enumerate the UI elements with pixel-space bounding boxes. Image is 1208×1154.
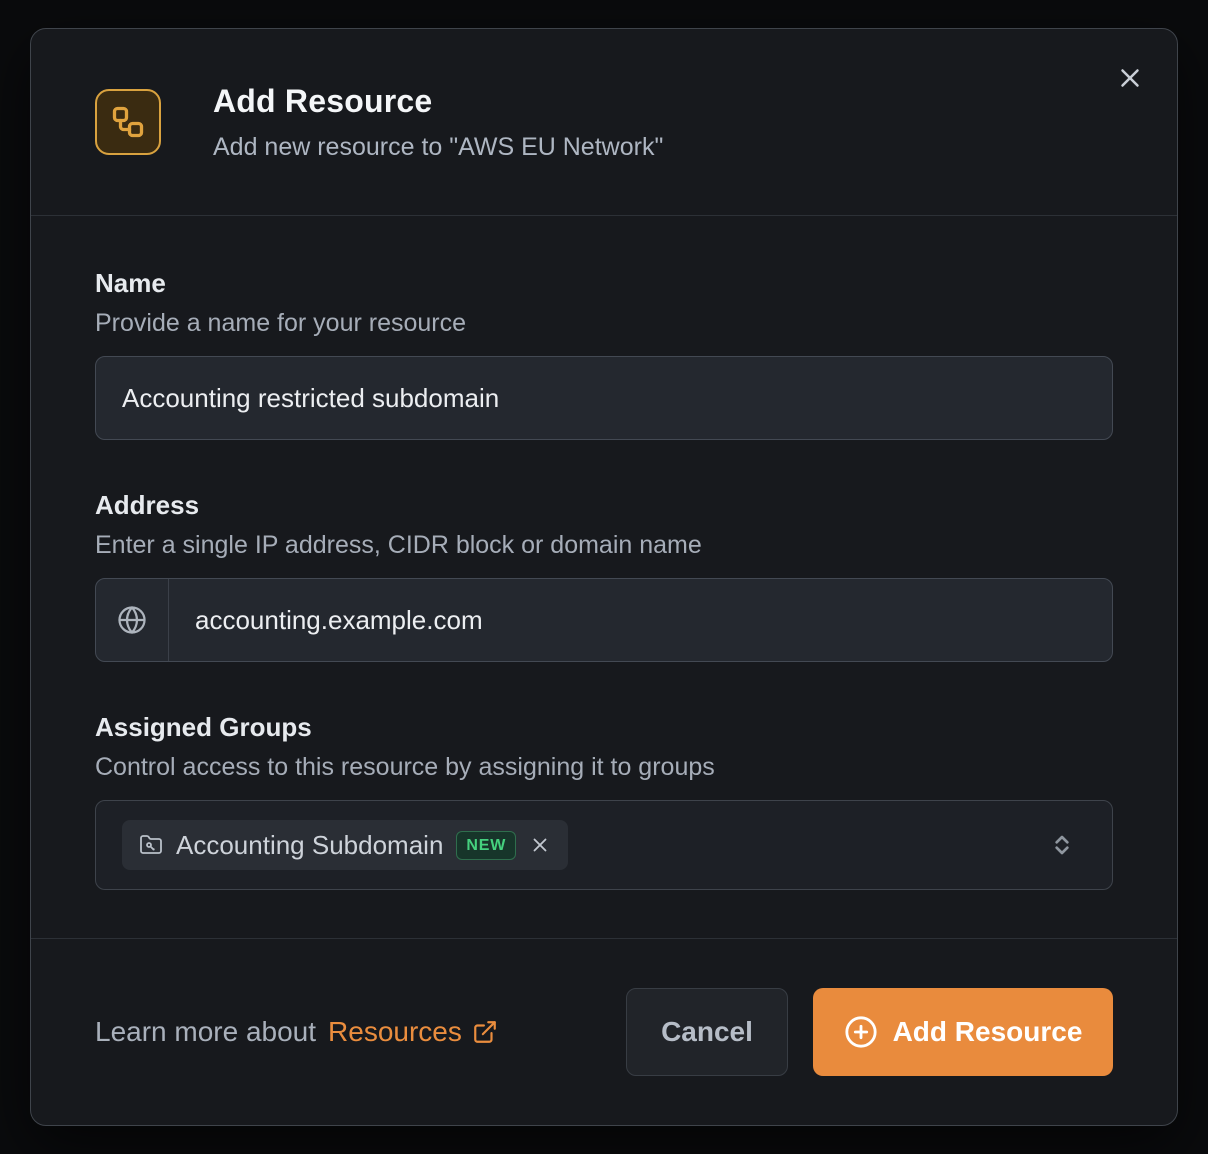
chevrons-up-down-icon[interactable] <box>1046 829 1078 861</box>
group-chip-remove-button[interactable] <box>529 834 551 856</box>
address-section: Address Enter a single IP address, CIDR … <box>95 490 1113 662</box>
address-input[interactable] <box>169 579 1112 661</box>
dialog-header: Add Resource Add new resource to "AWS EU… <box>31 29 1177 216</box>
learn-more-prefix: Learn more about <box>95 1016 316 1048</box>
group-chip: Accounting Subdomain NEW <box>122 820 568 870</box>
resources-link[interactable]: Resources <box>328 1016 498 1048</box>
close-icon <box>1115 63 1145 93</box>
dialog-body: Name Provide a name for your resource Ad… <box>31 216 1177 938</box>
groups-label: Assigned Groups <box>95 712 1113 743</box>
add-resource-button[interactable]: Add Resource <box>813 988 1113 1076</box>
address-field <box>95 578 1113 662</box>
address-description: Enter a single IP address, CIDR block or… <box>95 531 1113 560</box>
resource-icon-tile <box>95 89 161 155</box>
groups-description: Control access to this resource by assig… <box>95 753 1113 782</box>
dialog-header-text: Add Resource Add new resource to "AWS EU… <box>213 83 663 162</box>
group-chip-label: Accounting Subdomain <box>176 830 443 861</box>
name-label: Name <box>95 268 1113 299</box>
cancel-button[interactable]: Cancel <box>626 988 788 1076</box>
close-button[interactable] <box>1109 57 1151 99</box>
resources-link-label: Resources <box>328 1016 462 1048</box>
learn-more-text: Learn more about Resources <box>95 1016 498 1048</box>
groups-section: Assigned Groups Control access to this r… <box>95 712 1113 890</box>
name-description: Provide a name for your resource <box>95 309 1113 338</box>
name-section: Name Provide a name for your resource <box>95 268 1113 440</box>
address-prefix <box>96 579 169 661</box>
group-new-badge: NEW <box>456 831 516 860</box>
name-input[interactable] <box>95 356 1113 440</box>
folder-network-icon <box>139 833 163 857</box>
circle-plus-icon <box>844 1015 878 1049</box>
groups-select[interactable]: Accounting Subdomain NEW <box>95 800 1113 890</box>
dialog-subtitle: Add new resource to "AWS EU Network" <box>213 133 663 162</box>
workflow-icon <box>110 104 146 140</box>
globe-icon <box>117 605 147 635</box>
add-resource-button-label: Add Resource <box>893 1016 1083 1048</box>
close-icon <box>529 834 551 856</box>
add-resource-dialog: Add Resource Add new resource to "AWS EU… <box>30 28 1178 1126</box>
dialog-footer: Learn more about Resources Cancel <box>31 938 1177 1125</box>
dialog-title: Add Resource <box>213 83 663 120</box>
address-label: Address <box>95 490 1113 521</box>
external-link-icon <box>472 1019 498 1045</box>
